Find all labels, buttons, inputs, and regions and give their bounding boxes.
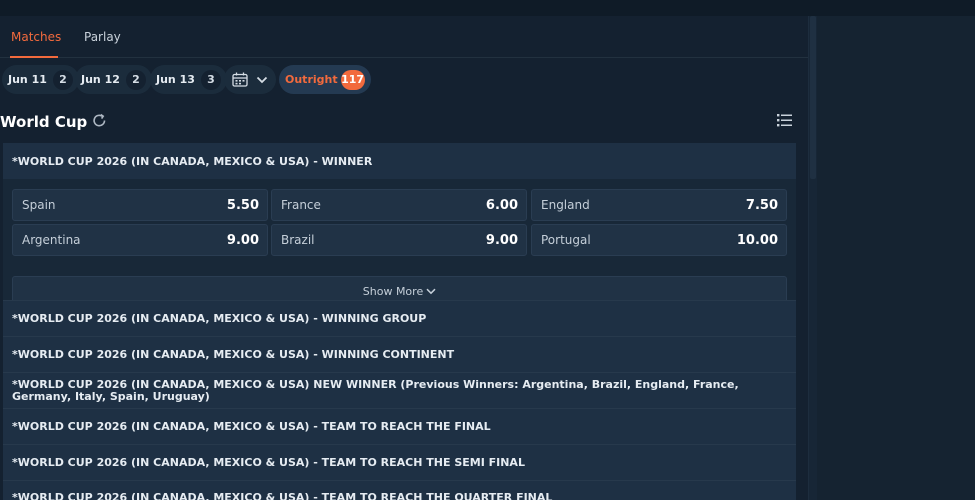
market-title: *WORLD CUP 2026 (IN CANADA, MEXICO & USA… (12, 347, 455, 361)
selection-odds: 10.00 (736, 232, 778, 248)
list-view-icon[interactable] (776, 112, 793, 129)
market-row-reach-final[interactable]: *WORLD CUP 2026 (IN CANADA, MEXICO & USA… (3, 408, 796, 444)
market-selections: Spain 5.50 France 6.00 England 7.50 Arge… (3, 179, 796, 316)
market-header-winner[interactable]: *WORLD CUP 2026 (IN CANADA, MEXICO & USA… (3, 143, 796, 179)
market-row-winning-continent[interactable]: *WORLD CUP 2026 (IN CANADA, MEXICO & USA… (3, 336, 796, 372)
selection-name: England (541, 198, 590, 212)
selection-name: Brazil (281, 233, 315, 247)
date-chip-jun-11[interactable]: Jun 11 2 (2, 65, 79, 94)
chevron-down-icon (256, 76, 268, 83)
section-title: World Cup (0, 113, 88, 131)
outright-chip[interactable]: Outright 117 (279, 65, 371, 94)
market-row-new-winner[interactable]: *WORLD CUP 2026 (IN CANADA, MEXICO & USA… (3, 372, 796, 408)
selection-odds: 6.00 (485, 197, 518, 213)
selection-name: Spain (22, 198, 56, 212)
market-title: *WORLD CUP 2026 (IN CANADA, MEXICO & USA… (12, 377, 739, 403)
date-chip-jun-12[interactable]: Jun 12 2 (75, 65, 152, 94)
selection-spain[interactable]: Spain 5.50 (12, 189, 268, 221)
selection-portugal[interactable]: Portugal 10.00 (531, 224, 787, 256)
date-chip-count: 3 (200, 69, 221, 90)
date-chip-label: Jun 11 (8, 73, 47, 86)
selection-odds: 5.50 (226, 197, 259, 213)
market-title: *WORLD CUP 2026 (IN CANADA, MEXICO & USA… (12, 311, 427, 325)
top-bar (0, 0, 975, 16)
calendar-picker-button[interactable] (224, 65, 276, 94)
selection-name: Argentina (22, 233, 81, 247)
market-title: *WORLD CUP 2026 (IN CANADA, MEXICO & USA… (12, 455, 525, 469)
date-chip-label: Jun 13 (156, 73, 195, 86)
selection-brazil[interactable]: Brazil 9.00 (271, 224, 527, 256)
main-content: Matches Parlay Jun 11 2 Jun 12 2 Jun 13 … (0, 16, 808, 500)
scrollbar[interactable] (808, 16, 817, 500)
selection-france[interactable]: France 6.00 (271, 189, 527, 221)
selection-odds: 9.00 (485, 232, 518, 248)
scrollbar-thumb[interactable] (810, 16, 816, 179)
market-row-reach-semi-final[interactable]: *WORLD CUP 2026 (IN CANADA, MEXICO & USA… (3, 444, 796, 480)
tab-parlay[interactable]: Parlay (84, 30, 121, 44)
date-chip-label: Jun 12 (81, 73, 120, 86)
calendar-icon (232, 72, 248, 87)
selection-odds: 9.00 (226, 232, 259, 248)
tab-bar: Matches Parlay (0, 16, 808, 58)
market-title: *WORLD CUP 2026 (IN CANADA, MEXICO & USA… (12, 154, 373, 168)
date-chip-count: 2 (52, 69, 73, 90)
date-chip-jun-13[interactable]: Jun 13 3 (150, 65, 227, 94)
right-panel (817, 16, 975, 500)
tab-matches[interactable]: Matches (11, 30, 61, 44)
selection-odds: 7.50 (745, 197, 778, 213)
outright-count-badge: 117 (340, 69, 365, 90)
market-row-reach-quarter-final[interactable]: *WORLD CUP 2026 (IN CANADA, MEXICO & USA… (3, 480, 796, 500)
market-title: *WORLD CUP 2026 (IN CANADA, MEXICO & USA… (12, 491, 553, 500)
selection-name: Portugal (541, 233, 591, 247)
tab-active-indicator (10, 56, 58, 58)
selection-england[interactable]: England 7.50 (531, 189, 787, 221)
selection-name: France (281, 198, 321, 212)
chevron-down-icon (426, 288, 436, 295)
refresh-icon[interactable] (91, 112, 108, 129)
selection-argentina[interactable]: Argentina 9.00 (12, 224, 268, 256)
market-row-winning-group[interactable]: *WORLD CUP 2026 (IN CANADA, MEXICO & USA… (3, 300, 796, 336)
market-title: *WORLD CUP 2026 (IN CANADA, MEXICO & USA… (12, 419, 491, 433)
show-more-label: Show More (362, 285, 424, 298)
outright-label: Outright (285, 73, 338, 86)
date-chip-count: 2 (125, 69, 146, 90)
